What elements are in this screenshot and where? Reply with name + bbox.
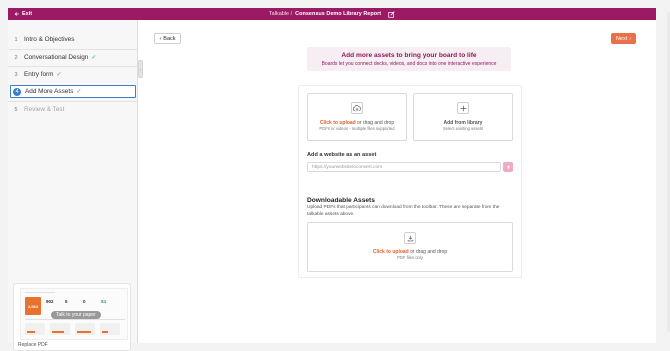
step-conversational-design[interactable]: 2 Conversational Design ✓ bbox=[10, 51, 136, 64]
app-frame: Exit Talkable / Consensus Demo Library R… bbox=[8, 8, 656, 351]
banner-subheading: Boards let you connect decks, videos, an… bbox=[321, 61, 497, 67]
pdf-thumbnail: 2,064 902 5 0 84 Talk to your paper bbox=[20, 288, 128, 340]
step-review-test[interactable]: 5 Review & Test bbox=[10, 103, 136, 116]
main-content: ‹ Back Next › Add more assets to bring y… bbox=[144, 20, 656, 343]
info-banner: Add more assets to bring your board to l… bbox=[307, 47, 511, 71]
divider bbox=[8, 49, 138, 50]
cloud-upload-icon bbox=[351, 102, 363, 114]
upload-arrow-icon[interactable] bbox=[503, 162, 513, 172]
top-bar: Exit Talkable / Consensus Demo Library R… bbox=[8, 8, 656, 20]
step-label: Add More Assets bbox=[25, 88, 74, 95]
upload-hint: PDFs or videos - multiple files supporte… bbox=[319, 126, 395, 131]
website-section-label: Add a website as an asset bbox=[307, 152, 377, 158]
step-add-more-assets[interactable]: 4 Add More Assets ✓ bbox=[10, 85, 136, 98]
step-label: Entry form bbox=[24, 71, 54, 78]
step-number: 2 bbox=[14, 54, 18, 61]
thumbnail-cell bbox=[25, 323, 45, 335]
check-icon: ✓ bbox=[76, 89, 82, 95]
step-number: 1 bbox=[14, 36, 18, 43]
step-entry-form[interactable]: 3 Entry form ✓ bbox=[10, 68, 136, 81]
step-number: 5 bbox=[14, 106, 18, 113]
divider bbox=[8, 66, 138, 67]
sidebar-collapse-handle[interactable]: ‹ bbox=[138, 60, 143, 78]
chevron-right-icon: › bbox=[629, 35, 632, 42]
download-icon bbox=[404, 232, 416, 244]
chevron-left-icon: ‹ bbox=[159, 35, 162, 42]
plus-icon bbox=[457, 102, 469, 114]
step-label: Review & Test bbox=[24, 106, 65, 113]
downloadable-dropzone[interactable]: Click to upload or drag and drop PDF fil… bbox=[307, 222, 513, 272]
website-url-input[interactable]: https://yourwebsitetoconvert.com bbox=[307, 162, 501, 172]
step-number: 4 bbox=[13, 87, 21, 96]
thumbnail-stat: 902 bbox=[46, 299, 54, 304]
back-label: Back bbox=[163, 35, 176, 42]
assets-panel: Click to upload or drag and drop PDFs or… bbox=[298, 85, 522, 278]
thumbnail-stat: 84 bbox=[101, 299, 107, 304]
document-title-bar: Talkable / Consensus Demo Library Report bbox=[8, 8, 656, 20]
step-number: 3 bbox=[14, 71, 18, 78]
thumbnail-stat: 0 bbox=[83, 299, 86, 304]
banner-heading: Add more assets to bring your board to l… bbox=[341, 52, 477, 59]
thumbnail-cell bbox=[75, 323, 95, 335]
thumbnail-row bbox=[25, 323, 125, 337]
check-icon: ✓ bbox=[91, 55, 97, 61]
check-icon: ✓ bbox=[56, 72, 62, 78]
downloadable-assets-title: Downloadable Assets bbox=[307, 197, 375, 204]
library-hint: Select existing assets bbox=[442, 126, 484, 131]
chevron-left-icon: ‹ bbox=[139, 66, 142, 72]
step-intro-objectives[interactable]: 1 Intro & Objectives bbox=[10, 33, 136, 46]
steps-sidebar: 1 Intro & Objectives 2 Conversational De… bbox=[8, 20, 138, 351]
downloadable-hint: PDF files only bbox=[397, 255, 423, 260]
thumbnail-cell bbox=[50, 323, 70, 335]
downloadable-assets-description: Upload PDFs that participants can downlo… bbox=[307, 205, 500, 217]
breadcrumb: Talkable / bbox=[268, 11, 293, 17]
edit-icon[interactable] bbox=[388, 10, 395, 18]
talk-to-paper-pill[interactable]: Talk to your paper bbox=[51, 311, 101, 319]
pdf-preview-card[interactable]: 2,064 902 5 0 84 Talk to your paper Repl… bbox=[13, 283, 131, 351]
divider bbox=[8, 101, 138, 102]
thumbnail-line bbox=[25, 292, 55, 293]
thumbnail-line bbox=[25, 319, 125, 320]
thumbnail-stat: 5 bbox=[65, 299, 68, 304]
thumbnail-cell bbox=[100, 323, 120, 335]
thumbnail-highlight-stat: 2,064 bbox=[25, 297, 41, 315]
next-label: Next bbox=[615, 35, 628, 42]
add-from-library-card[interactable]: Add from library Select existing assets bbox=[413, 93, 513, 141]
step-label: Intro & Objectives bbox=[24, 36, 75, 43]
next-button[interactable]: Next › bbox=[611, 33, 636, 44]
step-label: Conversational Design bbox=[24, 54, 89, 61]
upload-dropzone[interactable]: Click to upload or drag and drop PDFs or… bbox=[307, 93, 407, 141]
document-title: Consensus Demo Library Report bbox=[295, 11, 382, 17]
back-button[interactable]: ‹ Back bbox=[154, 33, 181, 44]
